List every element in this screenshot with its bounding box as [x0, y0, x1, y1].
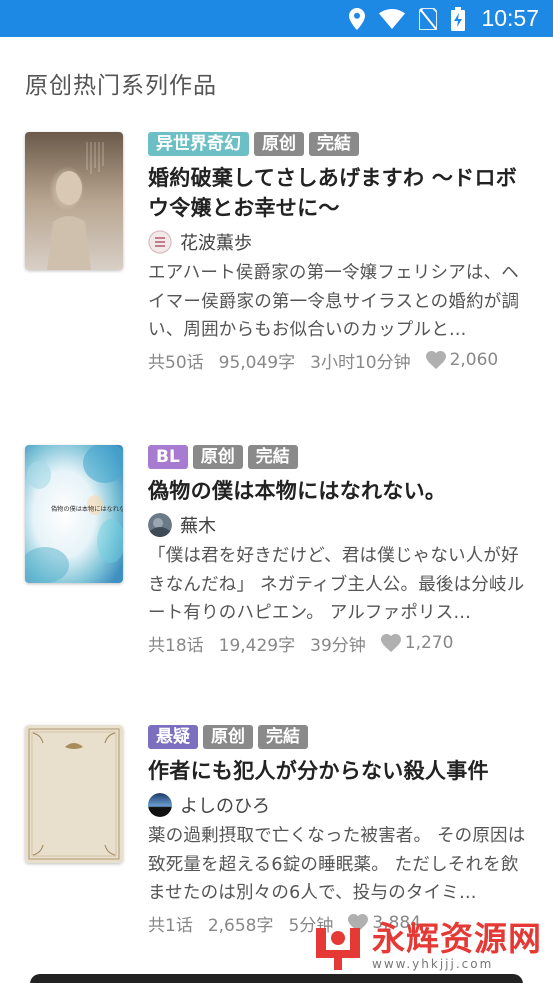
status-bar: 10:57 [0, 0, 553, 37]
word-count: 95,049字 [218, 352, 296, 373]
author-row[interactable]: 花波薫歩 [148, 229, 528, 255]
word-count: 19,429字 [218, 635, 296, 656]
origin-tag[interactable]: 原创 [254, 132, 304, 156]
tag-list: 异世界奇幻 原创 完結 [148, 132, 528, 156]
read-time: 39分钟 [310, 635, 366, 656]
author-name[interactable]: 花波薫歩 [180, 229, 252, 255]
book-cover[interactable] [25, 725, 123, 863]
tag-list: BL 原创 完結 [148, 445, 528, 469]
location-icon [349, 7, 366, 30]
read-time: 3小时10分钟 [310, 352, 411, 373]
author-avatar[interactable] [148, 230, 172, 254]
genre-tag[interactable]: 异世界奇幻 [148, 132, 249, 156]
author-row[interactable]: 蕪木 [148, 512, 528, 538]
wifi-icon [379, 8, 406, 29]
book-title[interactable]: 作者にも犯人が分からない殺人事件 [148, 756, 528, 786]
author-name[interactable]: よしのひろ [180, 792, 270, 818]
no-sim-icon [419, 7, 438, 30]
section-title: 原创热门系列作品 [25, 73, 217, 99]
author-name[interactable]: 蕪木 [180, 512, 216, 538]
site-watermark: 永辉资源网 www.yhkjjj.com [310, 918, 545, 974]
author-avatar[interactable] [148, 513, 172, 537]
status-tag[interactable]: 完結 [258, 725, 308, 749]
heart-icon [425, 351, 446, 369]
watermark-title: 永辉资源网 [372, 919, 542, 958]
author-avatar[interactable] [148, 793, 172, 817]
watermark-logo-icon [310, 920, 366, 972]
book-cover[interactable] [25, 132, 123, 270]
book-summary: 薬の過剰摂取で亡くなった被害者。 その原因は致死量を超える6錠の睡眠薬。 ただし… [148, 826, 526, 903]
status-tag[interactable]: 完結 [247, 445, 298, 469]
chapter-count: 共18话 [148, 635, 204, 656]
like-count: 2,060 [449, 350, 499, 370]
book-summary: 「僕は君を好きだけど、君は僕じゃない人が好きなんだね」 ネガティブ主人公。最後は… [148, 546, 525, 623]
like-count: 1,270 [404, 633, 454, 653]
status-tag[interactable]: 完結 [309, 132, 359, 156]
genre-tag[interactable]: BL [148, 445, 188, 469]
author-row[interactable]: よしのひろ [148, 792, 528, 818]
chapter-count: 共1话 [148, 915, 193, 936]
book-card[interactable]: 偽物の僕は本物にはなれない。 BL 原创 完結 偽物の僕は本物にはなれない。 蕪… [0, 445, 553, 705]
bottom-bar[interactable] [30, 974, 523, 983]
book-summary: エアハート侯爵家の第一令嬢フェリシアは、ヘイマー侯爵家の第一令息サイラスとの婚約… [148, 263, 520, 340]
book-stats: 共18话 19,429字 39分钟 1,270 [148, 629, 528, 657]
book-stats: 共50话 95,049字 3小时10分钟 2,060 [148, 346, 528, 374]
genre-tag[interactable]: 悬疑 [148, 725, 198, 749]
heart-icon [380, 634, 401, 652]
origin-tag[interactable]: 原创 [203, 725, 253, 749]
book-title[interactable]: 偽物の僕は本物にはなれない。 [148, 476, 528, 506]
cover-title-line-1: 偽物の僕は本物にはなれない。 [51, 505, 123, 513]
origin-tag[interactable]: 原创 [192, 445, 243, 469]
watermark-url: www.yhkjjj.com [372, 957, 494, 971]
tag-list: 悬疑 原创 完結 [148, 725, 528, 749]
chapter-count: 共50话 [148, 352, 204, 373]
word-count: 2,658字 [207, 915, 274, 936]
likes: 2,060 [425, 350, 499, 370]
book-title[interactable]: 婚約破棄してさしあげますわ 〜ドロボウ令嬢とお幸せに〜 [148, 163, 528, 223]
likes: 1,270 [380, 633, 454, 653]
book-card[interactable]: 异世界奇幻 原创 完結 婚約破棄してさしあげますわ 〜ドロボウ令嬢とお幸せに〜 … [0, 132, 553, 392]
battery-charging-icon [451, 6, 466, 31]
book-cover[interactable]: 偽物の僕は本物にはなれない。 [25, 445, 123, 583]
status-time: 10:57 [481, 5, 539, 31]
